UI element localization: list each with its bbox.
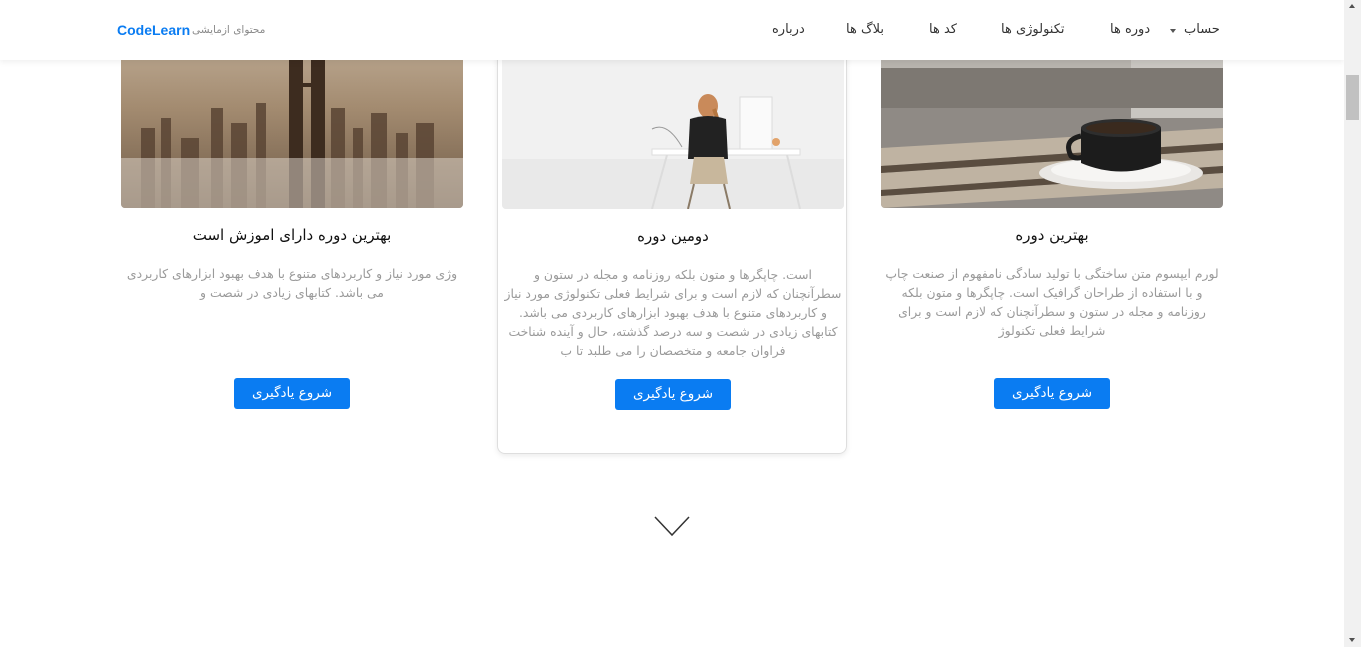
vertical-scrollbar[interactable] xyxy=(1344,0,1361,647)
page: بهترین دوره دارای اموزش است وژی مورد نیا… xyxy=(0,0,1344,647)
nav-item-about[interactable]: درباره xyxy=(772,22,805,37)
course-card-2: دومین دوره است. چاپگرها و متون بلکه روزن… xyxy=(497,0,847,454)
start-learning-button[interactable]: شروع یادگیری xyxy=(234,378,350,409)
start-learning-button[interactable]: شروع یادگیری xyxy=(994,378,1110,409)
card-title: بهترین دوره دارای اموزش است xyxy=(192,226,392,244)
brand-logo[interactable]: CodeLearn xyxy=(117,22,190,38)
card-title: دومین دوره xyxy=(637,227,709,245)
card-title: بهترین دوره xyxy=(1015,226,1089,244)
chevron-down-icon[interactable] xyxy=(654,515,690,537)
start-learning-button[interactable]: شروع یادگیری xyxy=(615,379,731,410)
nav-item-technologies[interactable]: تکنولوژی ها xyxy=(1001,22,1065,37)
card-description: لورم ایپسوم متن ساختگی با تولید سادگی نا… xyxy=(885,266,1219,338)
scroll-up-icon[interactable] xyxy=(1349,4,1355,8)
course-card-1: بهترین دوره دارای اموزش است وژی مورد نیا… xyxy=(117,0,467,454)
course-card-3: بهترین دوره لورم ایپسوم متن ساختگی با تو… xyxy=(877,0,1227,454)
scroll-down-icon[interactable] xyxy=(1349,638,1355,642)
brand-subtitle: محتوای ازمایشی xyxy=(192,24,266,36)
nav-item-codes[interactable]: کد ها xyxy=(929,22,957,37)
nav-item-courses[interactable]: دوره ها xyxy=(1110,22,1150,37)
nav-item-account[interactable]: حساب xyxy=(1184,22,1220,37)
nav-item-blogs[interactable]: بلاگ ها xyxy=(846,22,884,37)
scrollbar-thumb[interactable] xyxy=(1346,75,1359,120)
card-description: است. چاپگرها و متون بلکه روزنامه و مجله … xyxy=(504,267,842,358)
caret-down-icon[interactable] xyxy=(1170,29,1176,33)
card-description: وژی مورد نیاز و کاربردهای متنوع با هدف ب… xyxy=(126,266,458,300)
top-navbar: CodeLearn محتوای ازمایشی حساب دوره ها تک… xyxy=(0,0,1344,60)
